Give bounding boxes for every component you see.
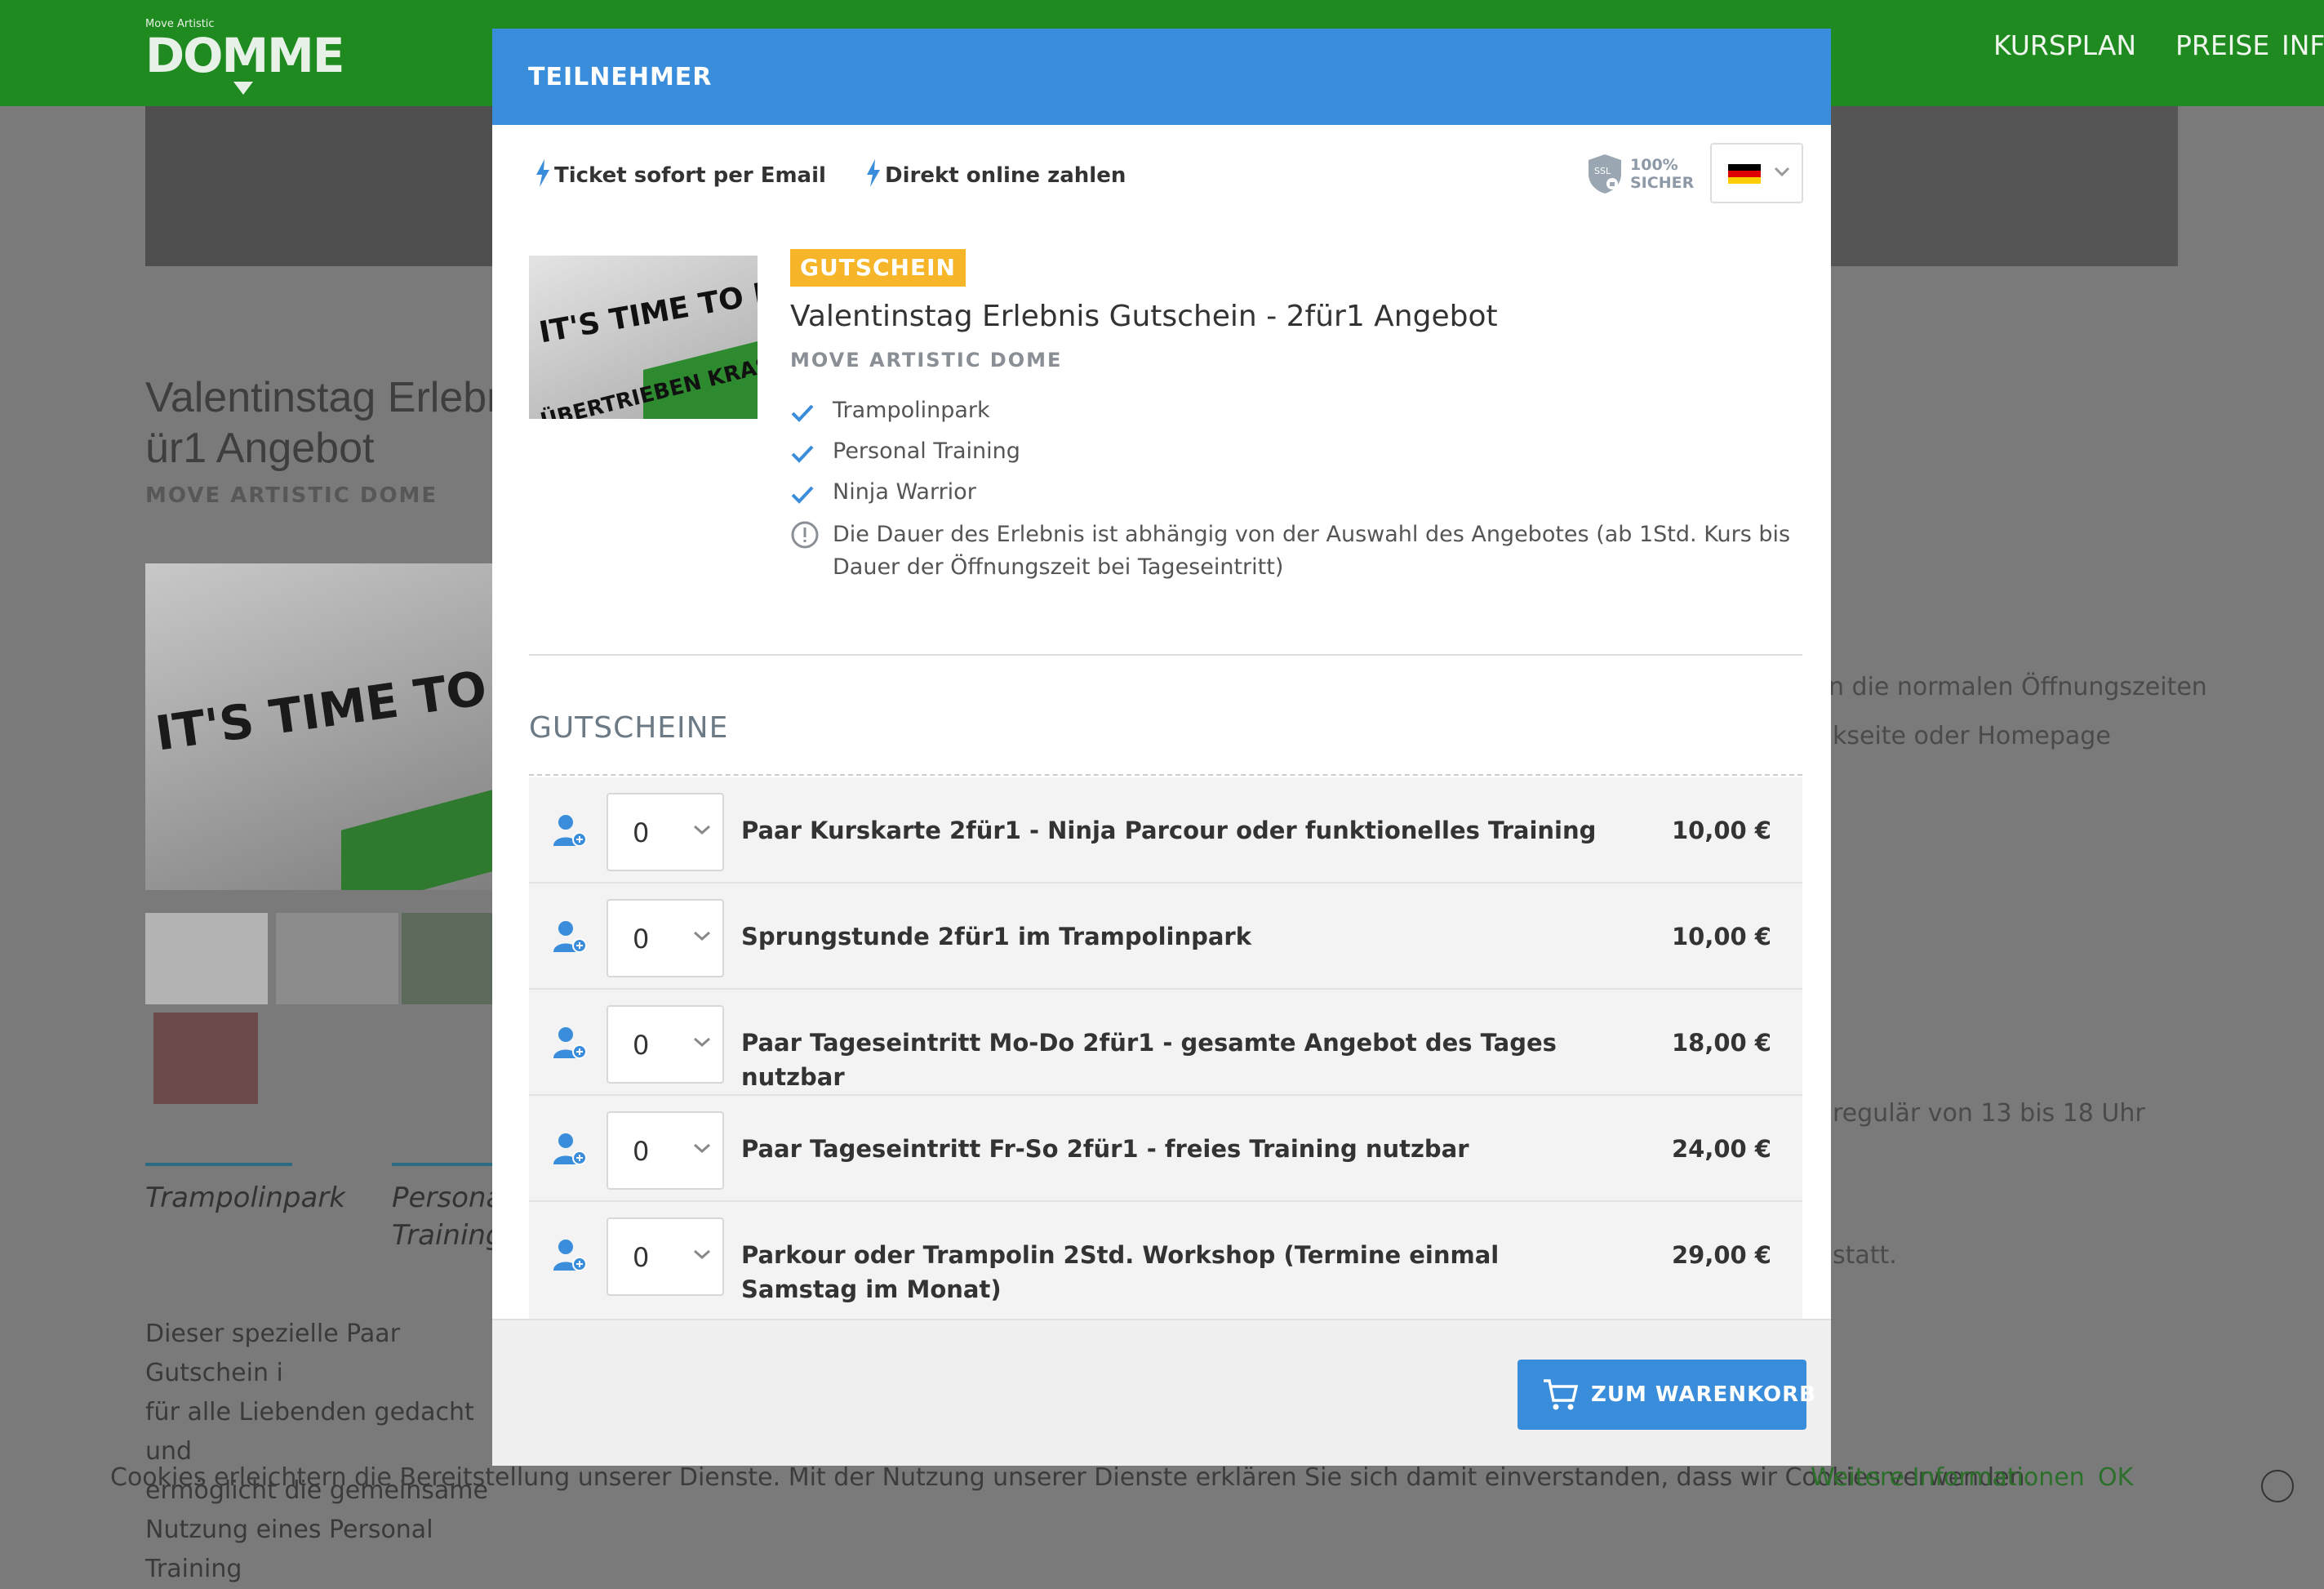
ticket-name: Paar Tageseintritt Mo-Do 2für1 - gesamte…: [741, 1029, 1557, 1091]
ticket-price: 10,00 €: [1671, 923, 1771, 950]
quantity-select[interactable]: 0: [607, 1217, 724, 1296]
ticket-row: 0 Paar Kurskarte 2für1 - Ninja Parcour o…: [529, 777, 1802, 884]
info-text: statt.: [1833, 1241, 1897, 1270]
vouchers-section-title: GUTSCHEINE: [529, 711, 729, 745]
modal-title: TEILNEHMER: [528, 63, 713, 91]
site-logo[interactable]: Move Artistic DOMME: [145, 18, 345, 95]
lightning-icon: [536, 159, 549, 187]
lightning-icon: [867, 159, 880, 187]
info-text: regulär von 13 bis 18 Uhr: [1833, 1099, 2145, 1128]
ticket-row: 0 Sprungstunde 2für1 im Trampolinpark 10…: [529, 884, 1802, 990]
add-person-icon: [553, 1133, 587, 1165]
dashed-divider: [529, 774, 1802, 776]
chevron-down-icon: [694, 931, 710, 941]
product-title: Valentinstag Erlebnis Gutschein - 2für1 …: [790, 300, 1498, 333]
check-icon: [791, 404, 814, 422]
cookie-close-icon[interactable]: [2261, 1470, 2294, 1502]
add-person-icon: [553, 921, 587, 953]
to-cart-label: ZUM WARENKORB: [1591, 1382, 1816, 1407]
add-person-icon: [553, 815, 587, 847]
description-text: Dieser spezielle Paar Gutschein i für al…: [145, 1320, 488, 1583]
ticket-price: 24,00 €: [1671, 1135, 1771, 1163]
tab-underline: [392, 1163, 498, 1166]
quantity-select[interactable]: 0: [607, 1111, 724, 1190]
ticket-price: 10,00 €: [1671, 817, 1771, 844]
chevron-down-icon: [694, 1249, 710, 1260]
check-icon: [791, 445, 814, 463]
ticket-name: Paar Kurskarte 2für1 - Ninja Parcour ode…: [741, 817, 1597, 844]
gallery-thumb[interactable]: [276, 913, 398, 1004]
check-icon: [791, 486, 814, 504]
page-organizer: MOVE ARTISTIC DOME: [145, 483, 438, 508]
svg-text:SSL: SSL: [1594, 166, 1611, 176]
chevron-down-icon: [694, 825, 710, 835]
voucher-badge: GUTSCHEIN: [790, 249, 966, 287]
product-main-image[interactable]: IT'S TIME TO MOVE!: [145, 563, 496, 890]
nav-kursplan[interactable]: KURSPLAN: [1993, 29, 2136, 61]
ticket-name: Sprungstunde 2für1 im Trampolinpark: [741, 923, 1252, 950]
feature-email: Ticket sofort per Email: [535, 159, 826, 188]
chevron-down-icon: [694, 1037, 710, 1048]
gallery-thumb[interactable]: [153, 1013, 258, 1104]
language-select[interactable]: [1710, 143, 1803, 203]
modal-header: TEILNEHMER: [492, 29, 1831, 125]
page-title: Valentinstag Erlebni ür1 Angebot: [145, 374, 520, 472]
to-cart-button[interactable]: ZUM WARENKORB: [1517, 1360, 1815, 1430]
participant-modal: TEILNEHMER Ticket sofort per Email Direk…: [492, 29, 1831, 1466]
shopping-cart-icon: [1544, 1379, 1578, 1410]
german-flag-icon: [1728, 164, 1761, 184]
cookie-ok-button[interactable]: OK: [2098, 1463, 2133, 1492]
info-circle-icon: [791, 521, 819, 549]
ssl-secure-badge: SSL 100% SICHER: [1586, 153, 1694, 198]
product-thumbnail: IT'S TIME TO MOVE! ÜBERTRIEBEN KRASS!: [529, 256, 758, 419]
add-person-icon: [553, 1240, 587, 1271]
ticket-row: 0 Paar Tageseintritt Fr-So 2für1 - freie…: [529, 1096, 1802, 1202]
shield-icon: SSL: [1589, 154, 1621, 194]
tab-personal[interactable]: Persona Training: [392, 1179, 504, 1254]
nav-preise[interactable]: PREISE: [2175, 29, 2269, 61]
logo-text: DOMME: [145, 28, 345, 83]
cookie-more-link[interactable]: Weitere Informationen: [1811, 1463, 2085, 1492]
chevron-down-icon: [1774, 167, 1790, 177]
ticket-row: 0 Paar Tageseintritt Mo-Do 2für1 - gesam…: [529, 990, 1802, 1096]
quantity-select[interactable]: 0: [607, 1005, 724, 1084]
cookie-text: Cookies erleichtern die Bereitstellung u…: [110, 1463, 2033, 1492]
feature-online-payment: Direkt online zahlen: [865, 159, 1126, 188]
section-divider: [529, 654, 1802, 656]
chevron-down-icon: [694, 1143, 710, 1154]
tab-underline: [145, 1163, 292, 1166]
tab-trampolinpark[interactable]: Trampolinpark: [145, 1179, 345, 1217]
ticket-name: Paar Tageseintritt Fr-So 2für1 - freies …: [741, 1135, 1469, 1163]
info-text: n die normalen Öffnungszeiten: [1829, 673, 2207, 701]
ticket-name: Parkour oder Trampolin 2Std. Workshop (T…: [741, 1241, 1500, 1303]
gallery-thumb[interactable]: [145, 913, 268, 1004]
ticket-price: 29,00 €: [1671, 1241, 1771, 1269]
quantity-select[interactable]: 0: [607, 793, 724, 871]
nav-info[interactable]: INFO: [2282, 29, 2324, 61]
ticket-row: 0 Parkour oder Trampolin 2Std. Workshop …: [529, 1202, 1802, 1319]
quantity-select[interactable]: 0: [607, 899, 724, 977]
add-person-icon: [553, 1027, 587, 1059]
info-text: kseite oder Homepage: [1833, 722, 2111, 750]
product-organizer: MOVE ARTISTIC DOME: [790, 349, 1063, 372]
ticket-price: 18,00 €: [1671, 1029, 1771, 1057]
